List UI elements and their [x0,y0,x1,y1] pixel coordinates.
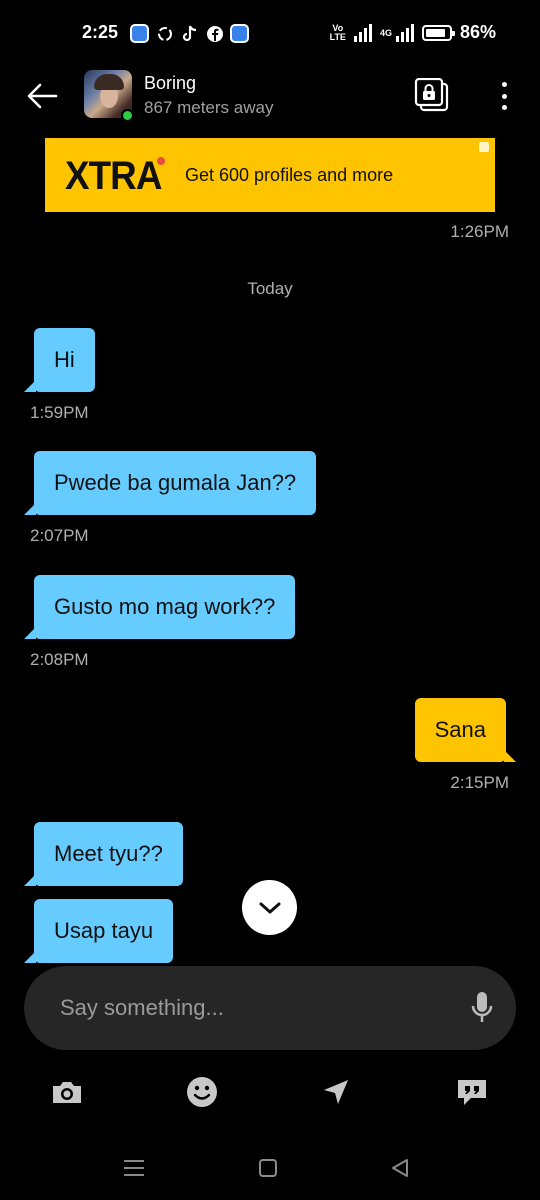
home-button[interactable] [256,1156,280,1180]
microphone-icon [471,992,493,1022]
album-lock-icon [414,77,449,112]
chat-toolbar [0,1072,540,1112]
voice-message-button[interactable] [470,990,494,1026]
saved-phrases-button[interactable] [452,1072,492,1112]
back-icon [392,1159,408,1177]
status-bar: 2:25 Vo LTE 4G 86% [0,0,540,70]
more-options-button[interactable] [492,80,516,112]
app-blue-icon [230,24,249,43]
dot [501,82,507,87]
message-bubble-outgoing[interactable]: Sana [414,698,517,762]
system-nav-bar [0,1148,540,1188]
status-indicators: Vo LTE 4G 86% [330,22,496,43]
date-separator: Today [247,279,293,298]
signal-icon [395,23,414,42]
message-bubble-incoming[interactable]: Meet tyu?? [24,822,183,886]
banner-text: Get 600 profiles and more [185,165,394,185]
recent-apps-icon [124,1160,144,1176]
message-input[interactable] [60,966,450,1050]
banner-timestamp: 1:26PM [450,222,509,241]
battery-icon [421,24,455,41]
message-time: 2:08PM [30,650,89,669]
message-composer [24,966,516,1050]
camera-icon [53,1082,81,1103]
saved-phrases-icon [458,1080,486,1105]
contact-distance: 867 meters away [144,98,274,117]
message-bubble-incoming[interactable]: Hi [24,328,95,392]
notification-icons [130,24,249,43]
chat-header: Boring 867 meters away [0,70,540,124]
location-button[interactable] [316,1072,356,1112]
status-time: 2:25 [82,22,119,42]
emoji-button[interactable] [182,1072,222,1112]
online-indicator [121,109,134,122]
battery-percent: 86% [459,22,496,42]
xtra-logo: XTRA [65,154,162,198]
home-icon [259,1159,277,1177]
system-back-button[interactable] [388,1156,412,1180]
dot [501,105,507,110]
contact-name[interactable]: Boring [144,73,196,94]
lte-label: LTE [329,31,346,42]
tiktok-icon [180,24,199,43]
volte-indicator: Vo LTE [329,23,346,42]
threads-icon [155,24,174,43]
signal-icon [353,23,372,42]
facebook-icon [205,24,224,43]
message-bubble-incoming[interactable]: Pwede ba gumala Jan?? [23,451,317,515]
emoji-icon [187,1077,217,1107]
private-album-button[interactable] [414,77,450,112]
dot [501,93,507,99]
ad-badge-icon[interactable] [479,142,489,152]
message-bubble-incoming[interactable]: Usap tayu [23,899,174,963]
battery-fill [425,28,445,37]
message-time: 2:07PM [30,526,89,545]
xtra-upsell-banner[interactable]: XTRA Get 600 profiles and more [45,138,495,212]
app-blue-icon [130,24,149,43]
scroll-to-bottom-button[interactable] [242,880,297,935]
chevron-down-icon [259,902,280,913]
location-icon [324,1080,348,1104]
message-time: 1:59PM [30,403,89,422]
arrow-left-icon [27,83,58,109]
avatar-hair [94,74,124,90]
message-time: 2:15PM [450,773,509,792]
message-bubble-incoming[interactable]: Gusto mo mag work?? [23,575,296,639]
network-type: 4G [379,27,392,38]
camera-button[interactable] [47,1072,87,1112]
recent-apps-button[interactable] [122,1156,146,1180]
xtra-logo-dot [157,157,165,165]
back-button[interactable] [24,82,60,110]
